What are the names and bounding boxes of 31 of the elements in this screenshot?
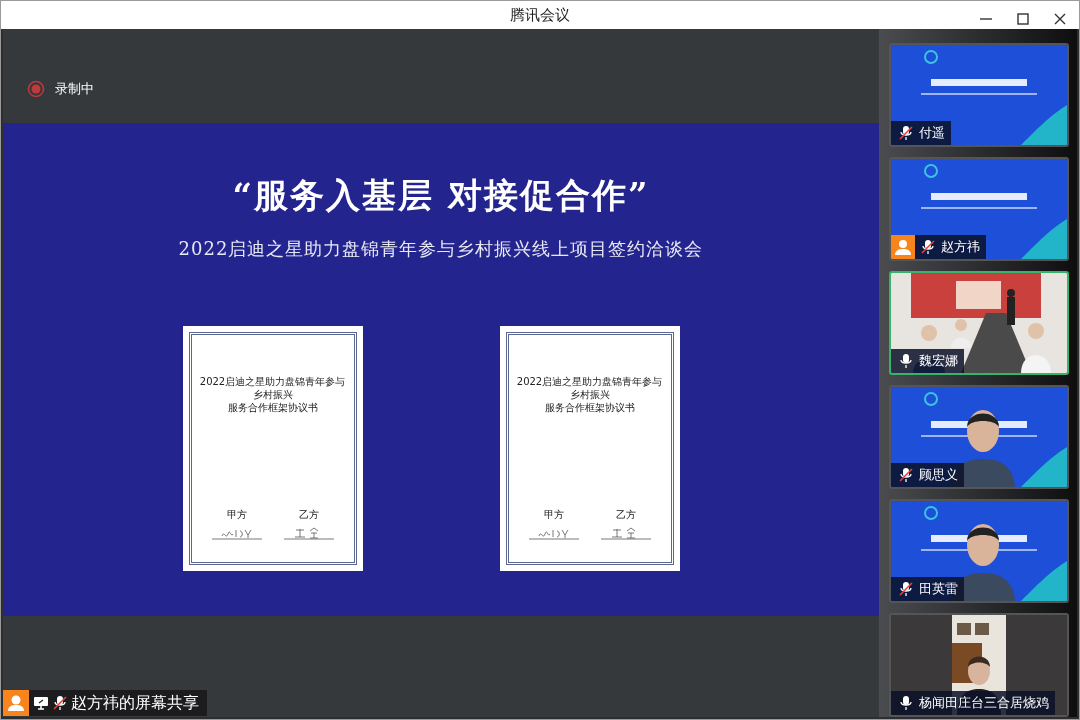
window-title: 腾讯会议	[510, 5, 570, 25]
recording-label: 录制中	[55, 80, 94, 98]
participant-name: 魏宏娜	[919, 352, 958, 370]
maximize-icon[interactable]	[1016, 12, 1030, 26]
recording-icon	[27, 80, 45, 98]
participant-name: 杨闻田庄台三合居烧鸡	[919, 694, 1049, 712]
participant-name: 赵方祎	[941, 238, 980, 256]
video-tile[interactable]: 魏宏娜	[889, 271, 1069, 375]
participant-name: 顾思义	[919, 466, 958, 484]
video-tile[interactable]: 付遥	[889, 43, 1069, 147]
participant-name: 田英雷	[919, 580, 958, 598]
participant-name: 付遥	[919, 124, 945, 142]
party-label: 甲方	[226, 508, 247, 522]
document-title: 2022启迪之星助力盘锦青年参与乡村振兴	[199, 375, 346, 401]
document-title: 2022启迪之星助力盘锦青年参与乡村振兴	[516, 375, 663, 401]
signature-drawing	[283, 526, 334, 540]
video-tile[interactable]: 赵方祎	[889, 157, 1069, 261]
party-label: 乙方	[615, 508, 636, 522]
document-title: 服务合作框架协议书	[544, 401, 635, 414]
screen-share-icon	[33, 695, 49, 711]
video-tile[interactable]: 田英雷	[889, 499, 1069, 603]
close-icon[interactable]	[1053, 12, 1067, 26]
party-label: 乙方	[298, 508, 319, 522]
party-label: 甲方	[543, 508, 564, 522]
document-title: 服务合作框架协议书	[227, 401, 318, 414]
screen-share-label: 赵方祎的屏幕共享	[71, 692, 199, 714]
slide-subtitle: 2022启迪之星助力盘锦青年参与乡村振兴线上项目签约洽谈会	[178, 237, 704, 261]
video-tile[interactable]: 顾思义	[889, 385, 1069, 489]
video-tile[interactable]: 杨闻田庄台三合居烧鸡	[889, 613, 1069, 717]
slide-title: “服务入基层 对接促合作”	[232, 174, 650, 217]
signature-drawing	[600, 526, 651, 540]
